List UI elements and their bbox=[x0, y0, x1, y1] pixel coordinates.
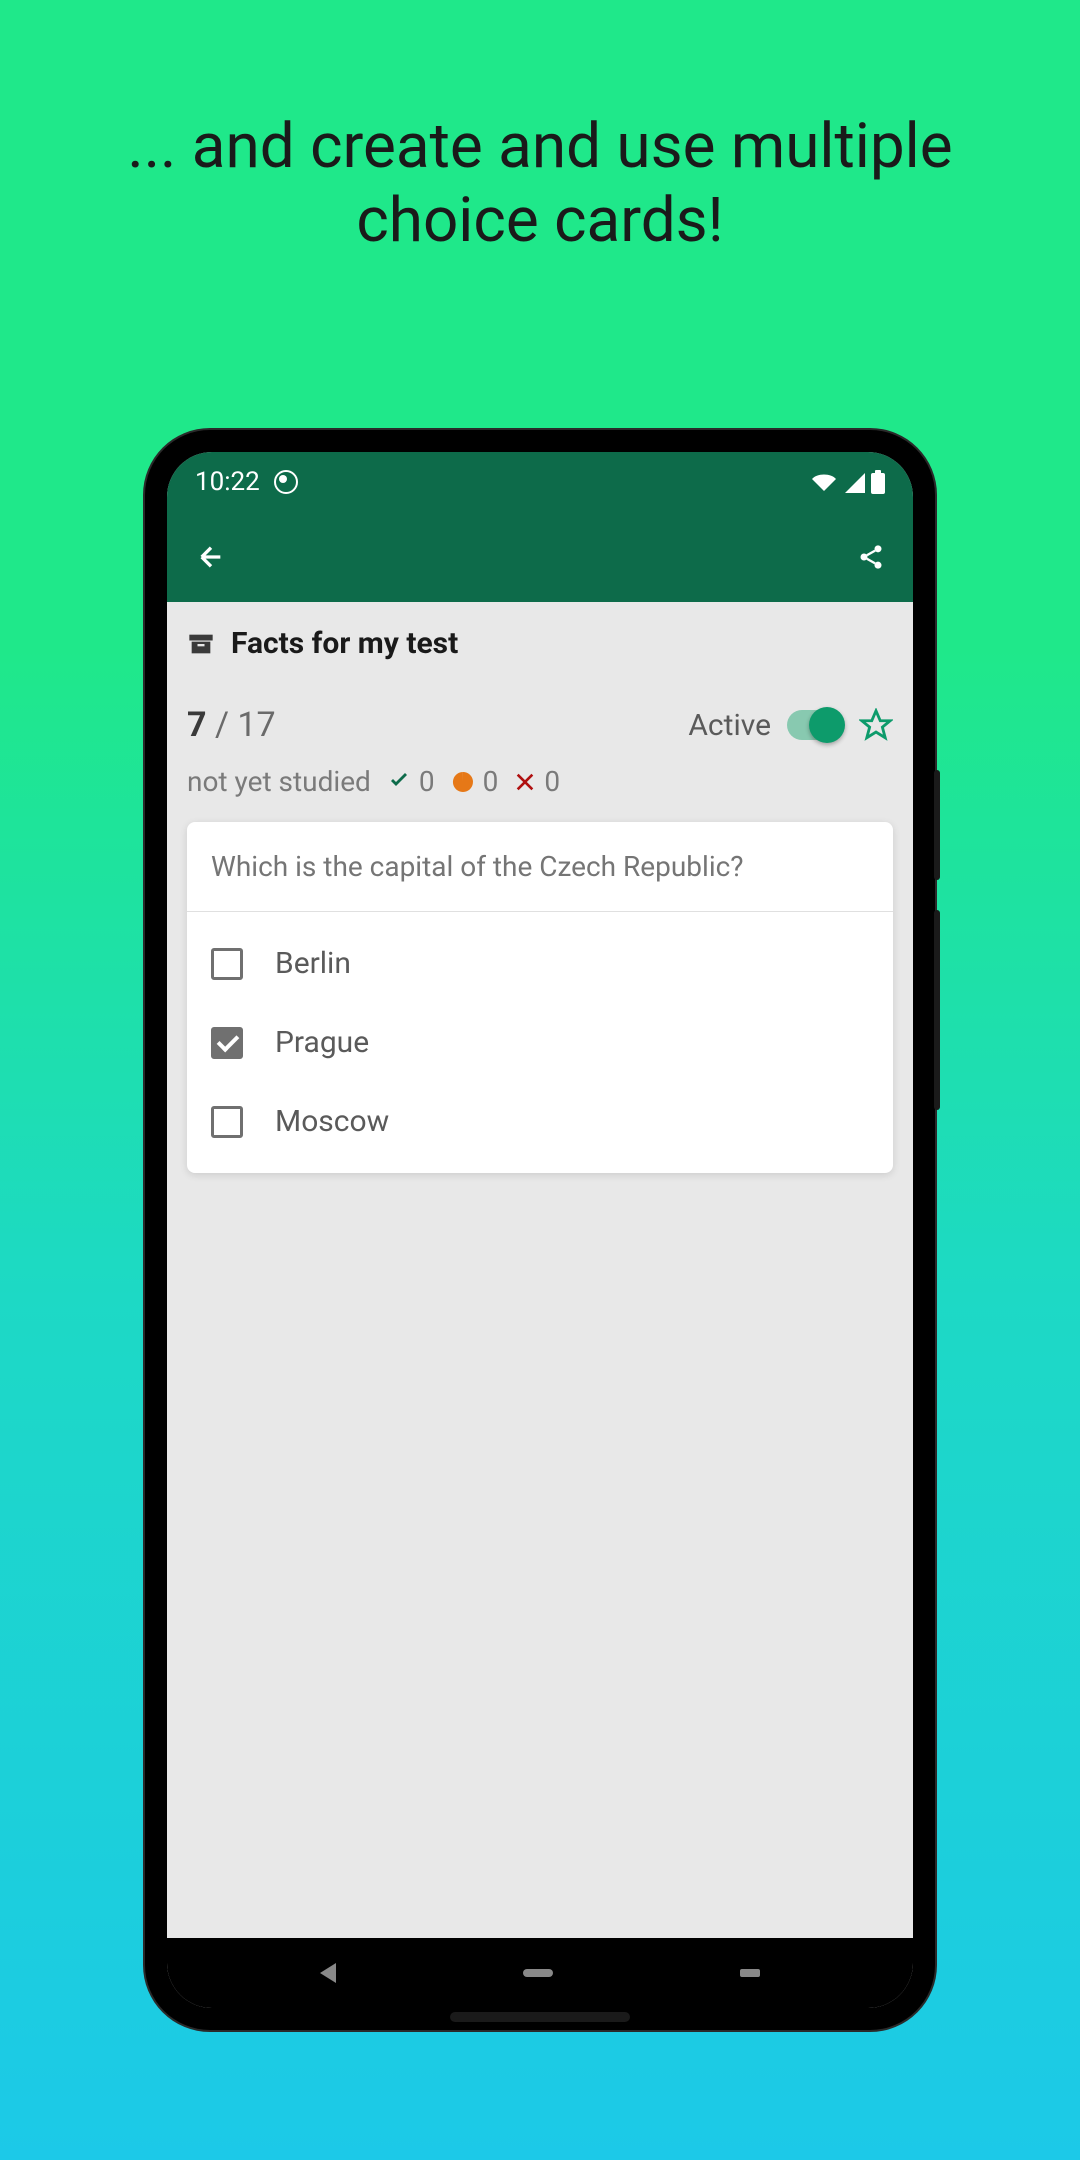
nav-recent-icon[interactable] bbox=[740, 1969, 760, 1977]
correct-count: 0 bbox=[419, 765, 435, 798]
option-label: Berlin bbox=[275, 946, 351, 981]
content-area: Facts for my test 7 / 17 Active not yet … bbox=[167, 602, 913, 1173]
card-total-number: 17 bbox=[237, 705, 275, 745]
status-bar: 10:22 bbox=[167, 452, 913, 512]
stats-row: 7 / 17 Active bbox=[167, 685, 913, 755]
phone-screen: 10:22 F bbox=[167, 452, 913, 2008]
phone-device-frame: 10:22 F bbox=[145, 430, 935, 2030]
study-status-label: not yet studied bbox=[187, 765, 371, 798]
option-row[interactable]: Moscow bbox=[187, 1082, 893, 1161]
pie-icon bbox=[451, 770, 475, 794]
check-icon bbox=[387, 770, 411, 794]
x-icon bbox=[514, 771, 536, 793]
partial-status: 0 bbox=[451, 765, 499, 798]
wrong-status: 0 bbox=[514, 765, 560, 798]
option-row[interactable]: Berlin bbox=[187, 924, 893, 1003]
card-separator: / bbox=[207, 705, 238, 745]
share-icon[interactable] bbox=[857, 543, 885, 571]
study-status-row: not yet studied 0 0 0 bbox=[167, 755, 913, 822]
nav-home-icon[interactable] bbox=[523, 1969, 553, 1977]
wrong-count: 0 bbox=[544, 765, 560, 798]
option-row[interactable]: Prague bbox=[187, 1003, 893, 1082]
deck-title-bar: Facts for my test bbox=[167, 602, 913, 685]
card-current-number: 7 bbox=[187, 705, 207, 745]
signal-icon bbox=[843, 471, 865, 493]
active-controls: Active bbox=[688, 708, 893, 743]
option-label: Moscow bbox=[275, 1104, 389, 1139]
wifi-icon bbox=[811, 471, 837, 493]
android-nav-bar bbox=[167, 1938, 913, 2008]
star-outline-icon[interactable] bbox=[859, 708, 893, 742]
flashcard: Which is the capital of the Czech Republ… bbox=[187, 822, 893, 1173]
deck-title: Facts for my test bbox=[231, 626, 458, 661]
active-label: Active bbox=[688, 708, 771, 743]
battery-icon bbox=[871, 470, 885, 494]
nav-back-icon[interactable] bbox=[320, 1963, 336, 1983]
checkbox-checked-icon[interactable] bbox=[211, 1027, 243, 1059]
notification-icon bbox=[274, 470, 298, 494]
option-label: Prague bbox=[275, 1025, 369, 1060]
promo-headline: ... and create and use multiple choice c… bbox=[90, 110, 990, 259]
phone-side-button bbox=[934, 910, 940, 1110]
card-question: Which is the capital of the Czech Republ… bbox=[187, 822, 893, 912]
back-arrow-icon[interactable] bbox=[195, 541, 227, 573]
archive-icon bbox=[187, 630, 215, 658]
checkbox-icon[interactable] bbox=[211, 948, 243, 980]
phone-side-button bbox=[934, 770, 940, 880]
active-toggle[interactable] bbox=[787, 710, 843, 740]
checkbox-icon[interactable] bbox=[211, 1106, 243, 1138]
card-options-list: Berlin Prague Moscow bbox=[187, 912, 893, 1173]
status-bar-right bbox=[811, 470, 885, 494]
app-bar bbox=[167, 512, 913, 602]
partial-count: 0 bbox=[483, 765, 499, 798]
status-bar-left: 10:22 bbox=[195, 467, 298, 497]
phone-bottom-notch bbox=[450, 2012, 630, 2022]
status-time: 10:22 bbox=[195, 467, 260, 497]
card-counter: 7 / 17 bbox=[187, 705, 276, 745]
correct-status: 0 bbox=[387, 765, 435, 798]
